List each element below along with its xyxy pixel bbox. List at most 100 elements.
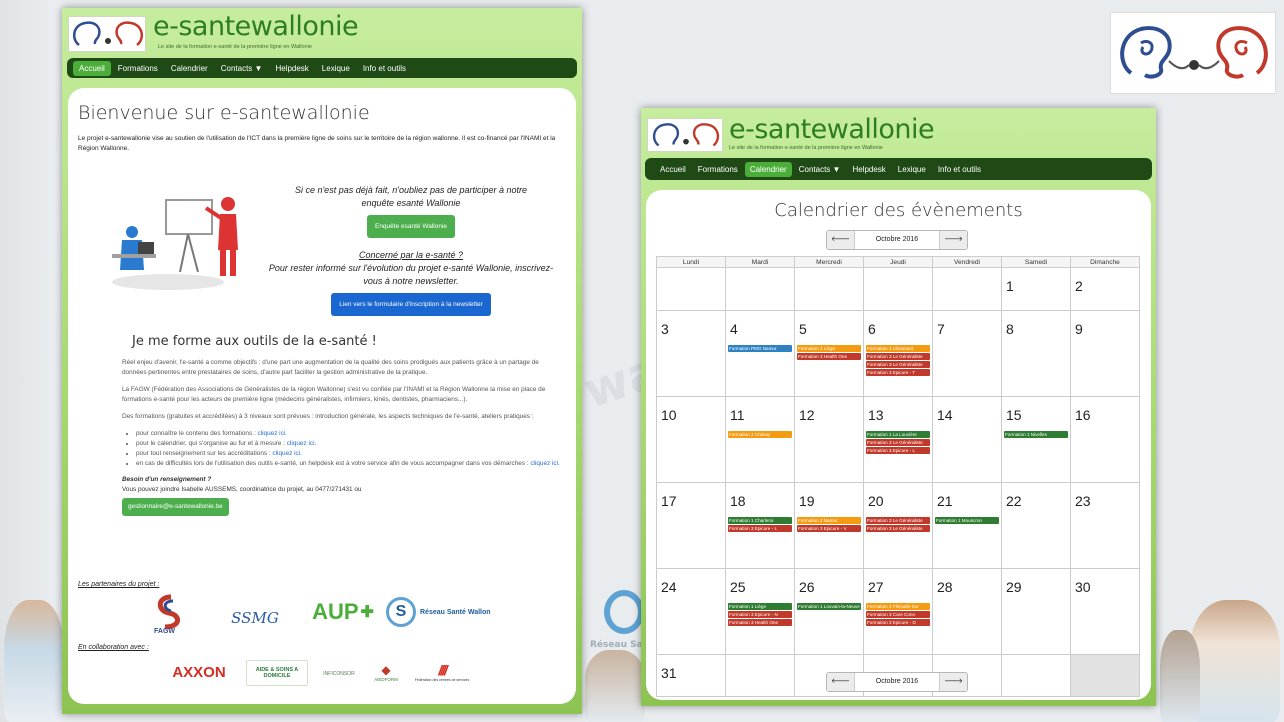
calendar-day-cell[interactable]: 10 [656,396,726,483]
calendar-event[interactable]: Formation 3 Le Généraliste [866,517,930,524]
collab-logo-inficonsor[interactable]: INFICONSOR [316,662,362,686]
calendar-day-cell[interactable] [1001,654,1071,697]
cliquez-ici-link[interactable]: cliquez ici. [258,430,287,437]
calendar-day-cell[interactable]: 30 [1070,568,1140,655]
calendar-day-cell[interactable] [863,267,933,311]
nav-item-contacts[interactable]: Contacts ▼ [794,162,846,177]
nav-item-formations[interactable]: Formations [693,162,743,177]
nav-item-helpdesk[interactable]: Helpdesk [847,162,890,177]
calendar-event[interactable]: Formation 3 Epicure - T [866,369,930,376]
calendar-day-cell[interactable]: 25 Formation 1 Liège Formation 3 Epicure -… [725,568,795,655]
calendar-event[interactable]: Formation 1 Louvain-la-Neuve [797,603,861,610]
calendar-event[interactable]: Formation 3 Le Généraliste [866,353,930,360]
calendar-day-cell[interactable]: 22 [1001,482,1071,569]
calendar-event[interactable]: Formation 1 Nivelles [1004,431,1068,438]
calendar-day-cell[interactable]: 14 [932,396,1002,483]
calendar-event[interactable]: Formation 3 Health One [797,353,861,360]
calendar-day-cell[interactable]: 13 Formation 1 La Louvière Formation 3 Le … [863,396,933,483]
partner-logo-rsw[interactable]: S Réseau Santé Wallon [386,595,516,629]
calendar-day-cell[interactable]: 3 [656,310,726,397]
calendar-day-cell[interactable]: 2 [1070,267,1140,311]
prev-month-button[interactable]: 🡐 [827,673,855,691]
calendar-event[interactable]: Formation PMG Namur [728,345,792,352]
calendar-event[interactable]: Formation 2 Flémalle-Sur [866,603,930,610]
calendar-event[interactable]: Formation 3 Epicure - N [728,611,792,618]
cliquez-ici-link[interactable]: cliquez ici. [272,450,301,457]
calendar-event[interactable]: Formation 3 Epicure - L [728,525,792,532]
calendar-day-cell[interactable]: 15 Formation 1 Nivelles [1001,396,1071,483]
calendar-day-cell[interactable] [725,267,795,311]
calendar-day-cell[interactable]: 27 Formation 2 Flémalle-Sur Formation 3 Ca… [863,568,933,655]
calendar-day-cell[interactable]: 31 [656,654,726,697]
partner-logo-ssmg[interactable]: SSMG [220,603,290,633]
collab-logo-aiedform[interactable]: ◆ AIEDFORM [368,658,404,686]
nav-item-formations[interactable]: Formations [112,61,164,76]
nav-item-info-outils[interactable]: Info et outils [357,61,412,76]
calendar-day-cell[interactable]: 17 [656,482,726,569]
calendar-event[interactable]: Formation 3 Epicure - V [797,525,861,532]
calendar-day-cell[interactable]: 20 Formation 3 Le Généraliste Formation 3 … [863,482,933,569]
nav-item-accueil[interactable]: Accueil [73,60,111,76]
newsletter-button[interactable]: Lien vers le formulaire d'inscription à … [331,293,491,316]
calendar-event[interactable]: Formation 1 La Louvière [866,431,930,438]
nav-item-contacts[interactable]: Contacts ▼ [215,61,269,76]
calendar-day-cell[interactable]: 5 Formation 2 Liège Formation 3 Health One [794,310,864,397]
nav-item-calendrier[interactable]: Calendrier [744,161,792,177]
calendar-day-cell[interactable]: 19 Formation 2 Namur Formation 3 Epicure -… [794,482,864,569]
calendar-day-cell[interactable]: 26 Formation 1 Louvain-la-Neuve [794,568,864,655]
site-brand[interactable]: e-santewallonie [153,11,359,42]
calendar-event[interactable]: Formation 3 Epicure - L [866,447,930,454]
calendar-event[interactable]: Formation 3 Epicure - D [866,619,930,626]
calendar-event[interactable]: Formation 2 Namur [797,517,861,524]
calendar-day-cell[interactable]: 6 Formation 2 Libramont Formation 3 Le Gén… [863,310,933,397]
calendar-day-cell[interactable] [656,267,726,311]
email-button[interactable]: gestionnaire@e-santewallonie.be [122,498,229,516]
nav-item-lexique[interactable]: Lexique [316,61,356,76]
calendar-event[interactable]: Formation 1 Mouscron [935,517,999,524]
partner-logo-fagw[interactable]: FAGW [148,593,198,635]
calendar-day-cell[interactable] [932,267,1002,311]
partner-logo-aup[interactable]: AUP ✚ [303,595,383,629]
survey-button[interactable]: Enquête esanté Wallonie [366,215,456,238]
calendar-event[interactable]: Formation 2 Chimay [728,431,792,438]
calendar-day-cell[interactable]: 12 [794,396,864,483]
calendar-day-cell[interactable] [725,654,795,697]
calendar-day-cell[interactable]: 23 [1070,482,1140,569]
nav-item-info-outils[interactable]: Info et outils [933,162,986,177]
calendar-event[interactable]: Formation 1 Liège [728,603,792,610]
nav-item-accueil[interactable]: Accueil [655,162,691,177]
nav-item-calendrier[interactable]: Calendrier [165,61,214,76]
site-logo[interactable] [647,118,723,152]
calendar-event[interactable]: Formation 3 Le Généraliste [866,525,930,532]
nav-item-lexique[interactable]: Lexique [893,162,931,177]
calendar-day-cell[interactable]: 8 [1001,310,1071,397]
next-month-button[interactable]: 🡒 [939,231,967,249]
calendar-event[interactable]: Formation 3 Le Généraliste [866,439,930,446]
calendar-day-cell[interactable]: 18 Formation 1 Charleroi Formation 3 Epicu… [725,482,795,569]
calendar-day-cell[interactable] [1070,654,1140,697]
calendar-day-cell[interactable]: 9 [1070,310,1140,397]
calendar-day-cell[interactable]: 21 Formation 1 Mouscron [932,482,1002,569]
site-brand[interactable]: e-santewallonie [729,114,935,145]
calendar-event[interactable]: Formation 3 Health One [728,619,792,626]
calendar-day-cell[interactable]: 7 [932,310,1002,397]
nav-item-helpdesk[interactable]: Helpdesk [269,61,314,76]
calendar-day-cell[interactable]: 24 [656,568,726,655]
calendar-day-cell[interactable]: 4 Formation PMG Namur [725,310,795,397]
calendar-event[interactable]: Formation 3 Le Généraliste [866,361,930,368]
calendar-day-cell[interactable]: 11 Formation 2 Chimay [725,396,795,483]
calendar-day-cell[interactable]: 29 [1001,568,1071,655]
calendar-event[interactable]: Formation 2 Libramont [866,345,930,352]
collab-logo-axxon[interactable]: AXXON [166,660,232,684]
calendar-day-cell[interactable]: 28 [932,568,1002,655]
calendar-day-cell[interactable]: 1 [1001,267,1071,311]
collab-logo-aide-soins[interactable]: AIDE & SOINS A DOMICILE [246,660,308,686]
collab-logo-federation[interactable]: //// Fédération des centres de services [412,658,472,686]
calendar-event[interactable]: Formation 2 Liège [797,345,861,352]
cliquez-ici-link[interactable]: cliquez ici. [287,440,316,447]
site-logo[interactable] [68,16,146,52]
calendar-event[interactable]: Formation 3 Care Conn [866,611,930,618]
calendar-day-cell[interactable] [794,267,864,311]
cliquez-ici-link[interactable]: cliquez ici. [530,460,559,467]
next-month-button[interactable]: 🡒 [939,673,967,691]
